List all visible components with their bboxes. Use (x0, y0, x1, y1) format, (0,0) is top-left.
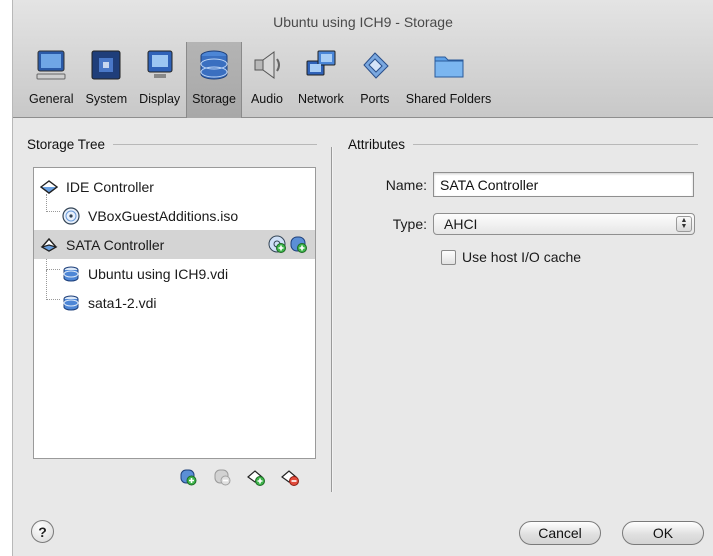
remove-controller-icon[interactable] (280, 467, 300, 487)
tab-general-label: General (29, 92, 74, 106)
tree-item-ide-controller[interactable]: IDE Controller (34, 172, 315, 201)
tree-item-label: SATA Controller (66, 236, 165, 253)
add-controller-icon[interactable] (246, 467, 266, 487)
tab-display-label: Display (139, 92, 181, 106)
host-io-cache-checkbox[interactable] (441, 249, 456, 265)
tab-audio[interactable]: Audio (242, 42, 292, 118)
storage-icon (195, 46, 233, 84)
storage-settings-window: Ubuntu using ICH9 - Storage General Syst… (12, 0, 713, 556)
window-title: Ubuntu using ICH9 - Storage (273, 14, 453, 30)
name-field[interactable] (433, 172, 694, 197)
tree-item-sata1-2-vdi[interactable]: sata1-2.vdi (34, 288, 315, 317)
type-select-value: AHCI (444, 216, 478, 232)
optical-disc-icon (62, 206, 80, 225)
storage-tree[interactable]: IDE Controller VBoxGuestAdditions.iso SA… (33, 167, 316, 459)
tab-storage-label: Storage (192, 92, 236, 106)
tab-ports[interactable]: Ports (350, 42, 400, 118)
title-bar: Ubuntu using ICH9 - Storage General Syst… (13, 0, 713, 118)
tab-network-label: Network (297, 92, 344, 106)
tab-ports-label: Ports (360, 92, 390, 106)
sata-controller-icon (40, 236, 58, 254)
tab-audio-label: Audio (250, 92, 283, 106)
chip-icon (87, 46, 125, 84)
attributes-heading: Attributes (348, 137, 698, 152)
hard-disk-icon (62, 265, 80, 283)
storage-tree-heading-text: Storage Tree (27, 137, 106, 152)
speaker-icon (248, 46, 286, 84)
tab-display[interactable]: Display (133, 42, 186, 118)
type-label: Type: (392, 216, 427, 232)
host-io-cache-label: Use host I/O cache (462, 249, 582, 265)
ok-button[interactable]: OK (622, 521, 704, 545)
pane-divider (331, 147, 333, 492)
storage-pane: Storage Tree IDE Controller VBoxGuestAdd… (13, 119, 713, 556)
tab-storage[interactable]: Storage (186, 42, 242, 118)
network-icon (302, 46, 340, 84)
tab-system[interactable]: System (79, 42, 133, 118)
host-io-cache-option[interactable]: Use host I/O cache (441, 249, 581, 265)
tree-item-guest-additions-iso[interactable]: VBoxGuestAdditions.iso (34, 201, 315, 230)
heading-divider (413, 144, 698, 145)
tab-shared-folders[interactable]: Shared Folders (400, 42, 497, 118)
heading-divider (113, 144, 317, 145)
tab-general[interactable]: General (23, 42, 79, 118)
type-select[interactable]: AHCI ▲ ▼ (433, 213, 695, 235)
tab-network[interactable]: Network (292, 42, 350, 118)
tab-shared-folders-label: Shared Folders (405, 92, 492, 106)
help-button[interactable]: ? (31, 520, 54, 543)
remove-attachment-icon[interactable] (212, 467, 232, 487)
name-label: Name: (385, 177, 427, 193)
tab-system-label: System (85, 92, 128, 106)
tree-item-label: Ubuntu using ICH9.vdi (88, 265, 229, 282)
display-icon (141, 46, 179, 84)
tree-item-label: IDE Controller (66, 178, 154, 195)
add-optical-drive-icon[interactable] (268, 235, 286, 256)
attributes-heading-text: Attributes (348, 137, 406, 152)
tree-item-label: sata1-2.vdi (88, 294, 157, 311)
select-arrows-icon: ▲ ▼ (676, 216, 692, 232)
tree-item-label: VBoxGuestAdditions.iso (88, 207, 239, 224)
row-action-buttons (268, 235, 307, 256)
hard-disk-icon (62, 294, 80, 312)
tree-item-ubuntu-vdi[interactable]: Ubuntu using ICH9.vdi (34, 259, 315, 288)
tree-item-sata-controller[interactable]: SATA Controller (34, 230, 315, 259)
storage-tree-heading: Storage Tree (27, 137, 317, 152)
ports-icon (356, 46, 394, 84)
cancel-button[interactable]: Cancel (519, 521, 601, 545)
add-attachment-icon[interactable] (178, 467, 198, 487)
ide-controller-icon (40, 178, 58, 196)
monitor-icon (32, 46, 70, 84)
settings-toolbar: General System Display Storage Audio Net… (23, 42, 497, 118)
folder-icon (430, 46, 468, 84)
add-hard-disk-icon[interactable] (289, 235, 307, 256)
tree-actions (178, 467, 300, 487)
